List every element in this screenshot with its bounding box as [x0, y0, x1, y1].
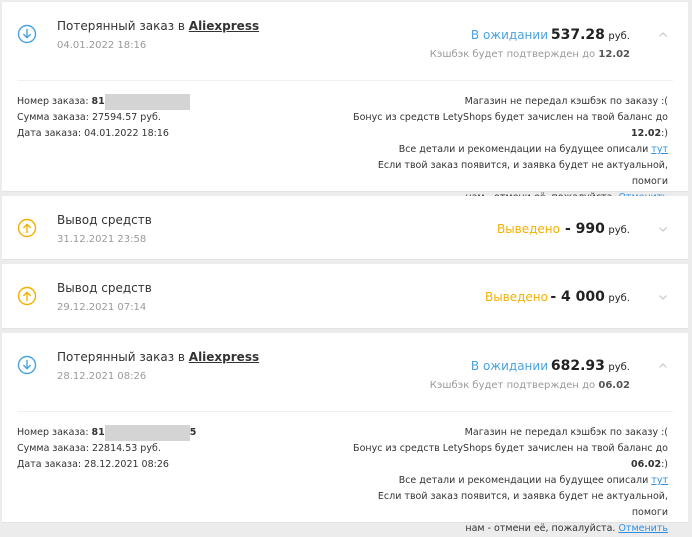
order-number: Номер заказа: 81 [17, 94, 190, 110]
cancel-link[interactable]: Отменить [618, 523, 668, 534]
order-sum: Сумма заказа: 27594.57 руб. [17, 112, 161, 123]
transaction-header[interactable]: Вывод средств 29.12.2021 07:14 Выведено … [2, 264, 688, 328]
transaction-date: 31.12.2021 23:58 [57, 234, 147, 245]
transaction-date: 28.12.2021 08:26 [57, 371, 147, 382]
transaction-title: Вывод средств [57, 281, 152, 295]
transaction-header[interactable]: Вывод средств 31.12.2021 23:58 Выведено … [2, 196, 688, 260]
chevron-down-icon[interactable] [658, 224, 668, 234]
transaction-card-withdrawal[interactable]: Вывод средств 31.12.2021 23:58 Выведено … [2, 196, 688, 260]
order-sum: Сумма заказа: 22814.53 руб. [17, 443, 161, 454]
transaction-date: 29.12.2021 07:14 [57, 302, 147, 313]
status-pending: В ожидании [470, 359, 548, 373]
chevron-up-icon[interactable] [658, 361, 668, 371]
chevron-down-icon[interactable] [658, 292, 668, 302]
withdrawal-amount: - 990 руб. [564, 221, 630, 237]
arrow-up-circle-icon [17, 218, 37, 238]
confirmation-note: Кэшбэк будет подтвержден до 12.02 [429, 49, 630, 60]
transaction-card-lost-order: Потерянный заказ в Aliexpress 04.01.2022… [2, 2, 688, 203]
cashback-amount: 682.93 руб. [550, 358, 630, 374]
transaction-card-withdrawal[interactable]: Вывод средств 29.12.2021 07:14 Выведено … [2, 264, 688, 329]
details-link[interactable]: тут [651, 144, 668, 155]
transaction-header[interactable]: Потерянный заказ в Aliexpress 04.01.2022… [2, 2, 688, 80]
withdrawal-amount: - 4 000 руб. [550, 289, 630, 305]
status-withdrawn: Выведено [484, 290, 548, 304]
cashback-amount: 537.28 руб. [550, 27, 630, 43]
transaction-header[interactable]: Потерянный заказ в Aliexpress 28.12.2021… [2, 333, 688, 411]
order-number: Номер заказа: 81 5 [17, 425, 196, 441]
confirmation-note: Кэшбэк будет подтвержден до 06.02 [429, 380, 630, 391]
transaction-title: Вывод средств [57, 213, 152, 227]
transaction-title: Потерянный заказ в Aliexpress [57, 19, 260, 33]
order-details: Номер заказа: 81 5 Сумма заказа: 22814.53… [17, 425, 196, 473]
order-date: Дата заказа: 04.01.2022 18:16 [17, 128, 169, 139]
divider [17, 80, 673, 81]
divider [17, 411, 673, 412]
redacted-block [104, 94, 190, 110]
shop-link[interactable]: Aliexpress [189, 19, 259, 33]
chevron-up-icon[interactable] [658, 30, 668, 40]
arrow-down-circle-icon [17, 355, 37, 375]
status-withdrawn: Выведено [496, 222, 560, 236]
details-link[interactable]: тут [651, 475, 668, 486]
order-details: Номер заказа: 81 Сумма заказа: 27594.57 … [17, 94, 190, 142]
status-pending: В ожидании [470, 28, 548, 42]
transaction-card-lost-order: Потерянный заказ в Aliexpress 28.12.2021… [2, 333, 688, 534]
cashback-message: Магазин не передал кэшбэк по заказу :( Б… [353, 427, 668, 534]
redacted-block [104, 425, 190, 441]
transaction-date: 04.01.2022 18:16 [57, 40, 147, 51]
cashback-message: Магазин не передал кэшбэк по заказу :( Б… [348, 94, 668, 206]
transaction-title: Потерянный заказ в Aliexpress [57, 350, 260, 364]
arrow-up-circle-icon [17, 286, 37, 306]
arrow-down-circle-icon [17, 24, 37, 44]
order-date: Дата заказа: 28.12.2021 08:26 [17, 459, 169, 470]
shop-link[interactable]: Aliexpress [189, 350, 259, 364]
